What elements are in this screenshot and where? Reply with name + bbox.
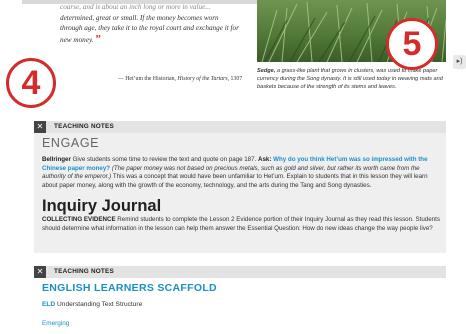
ell-scaffold-heading: ENGLISH LEARNERS SCAFFOLD — [42, 282, 217, 294]
collapse-toggle-icon[interactable]: ✕ — [34, 266, 46, 278]
bellringer-label: Bellringer — [42, 156, 71, 163]
emerging-level-link[interactable]: Emerging — [42, 320, 69, 327]
engage-body: Bellringer Give students some time to re… — [42, 156, 440, 190]
photo-caption: Sedge, a grass-like plant that grows in … — [257, 67, 446, 91]
caption-text: a grass-like plant that grows in cluster… — [257, 68, 443, 90]
engage-heading: ENGAGE — [42, 136, 100, 150]
quote-citation: — Het’um the Historian, History of the T… — [118, 76, 242, 82]
callout-badge-4: 4 — [6, 58, 56, 108]
inquiry-journal-heading: Inquiry Journal — [42, 197, 162, 215]
quote-line-4: new money. — [60, 35, 94, 44]
eld-text: Understanding Text Structure — [55, 301, 143, 308]
eld-tag: ELD — [42, 301, 56, 308]
collecting-evidence-label: COLLECTING EVIDENCE — [42, 216, 116, 223]
quote-line-2: determined, great or small. If the money… — [60, 13, 219, 22]
quote-line-3: through age, they take it to the royal c… — [60, 24, 239, 32]
inquiry-body: COLLECTING EVIDENCE Remind students to c… — [42, 216, 440, 233]
teaching-notes-label: TEACHING NOTES — [54, 123, 114, 130]
teaching-notes-panel — [34, 133, 446, 253]
quote-block: coarse, and is about an inch long or mor… — [60, 2, 252, 45]
teaching-notes-label: TEACHING NOTES — [54, 268, 114, 275]
eld-line: ELD Understanding Text Structure — [42, 301, 142, 308]
quote-line-4-wrap: new money. ” — [60, 32, 252, 46]
close-quote-mark: ” — [95, 32, 101, 45]
quote-line-1: coarse, and is about an inch long or mor… — [60, 3, 211, 11]
citation-title: History of the Tartars, — [177, 76, 230, 82]
engage-text-1: Give students some time to review the te… — [70, 156, 259, 163]
collapse-toggle-icon[interactable]: ✕ — [34, 121, 46, 133]
citation-year: 1307 — [230, 76, 243, 82]
teaching-notes-header-2[interactable]: ✕ TEACHING NOTES — [34, 266, 446, 278]
citation-author: — Het’um the Historian, — [118, 76, 176, 82]
ask-label: Ask: — [258, 156, 272, 163]
caption-term: Sedge, — [257, 68, 276, 74]
callout-badge-5: 5 — [386, 18, 438, 70]
teaching-notes-header-1[interactable]: ✕ TEACHING NOTES — [34, 121, 446, 133]
speaker-icon[interactable]: ▸) — [453, 55, 466, 69]
